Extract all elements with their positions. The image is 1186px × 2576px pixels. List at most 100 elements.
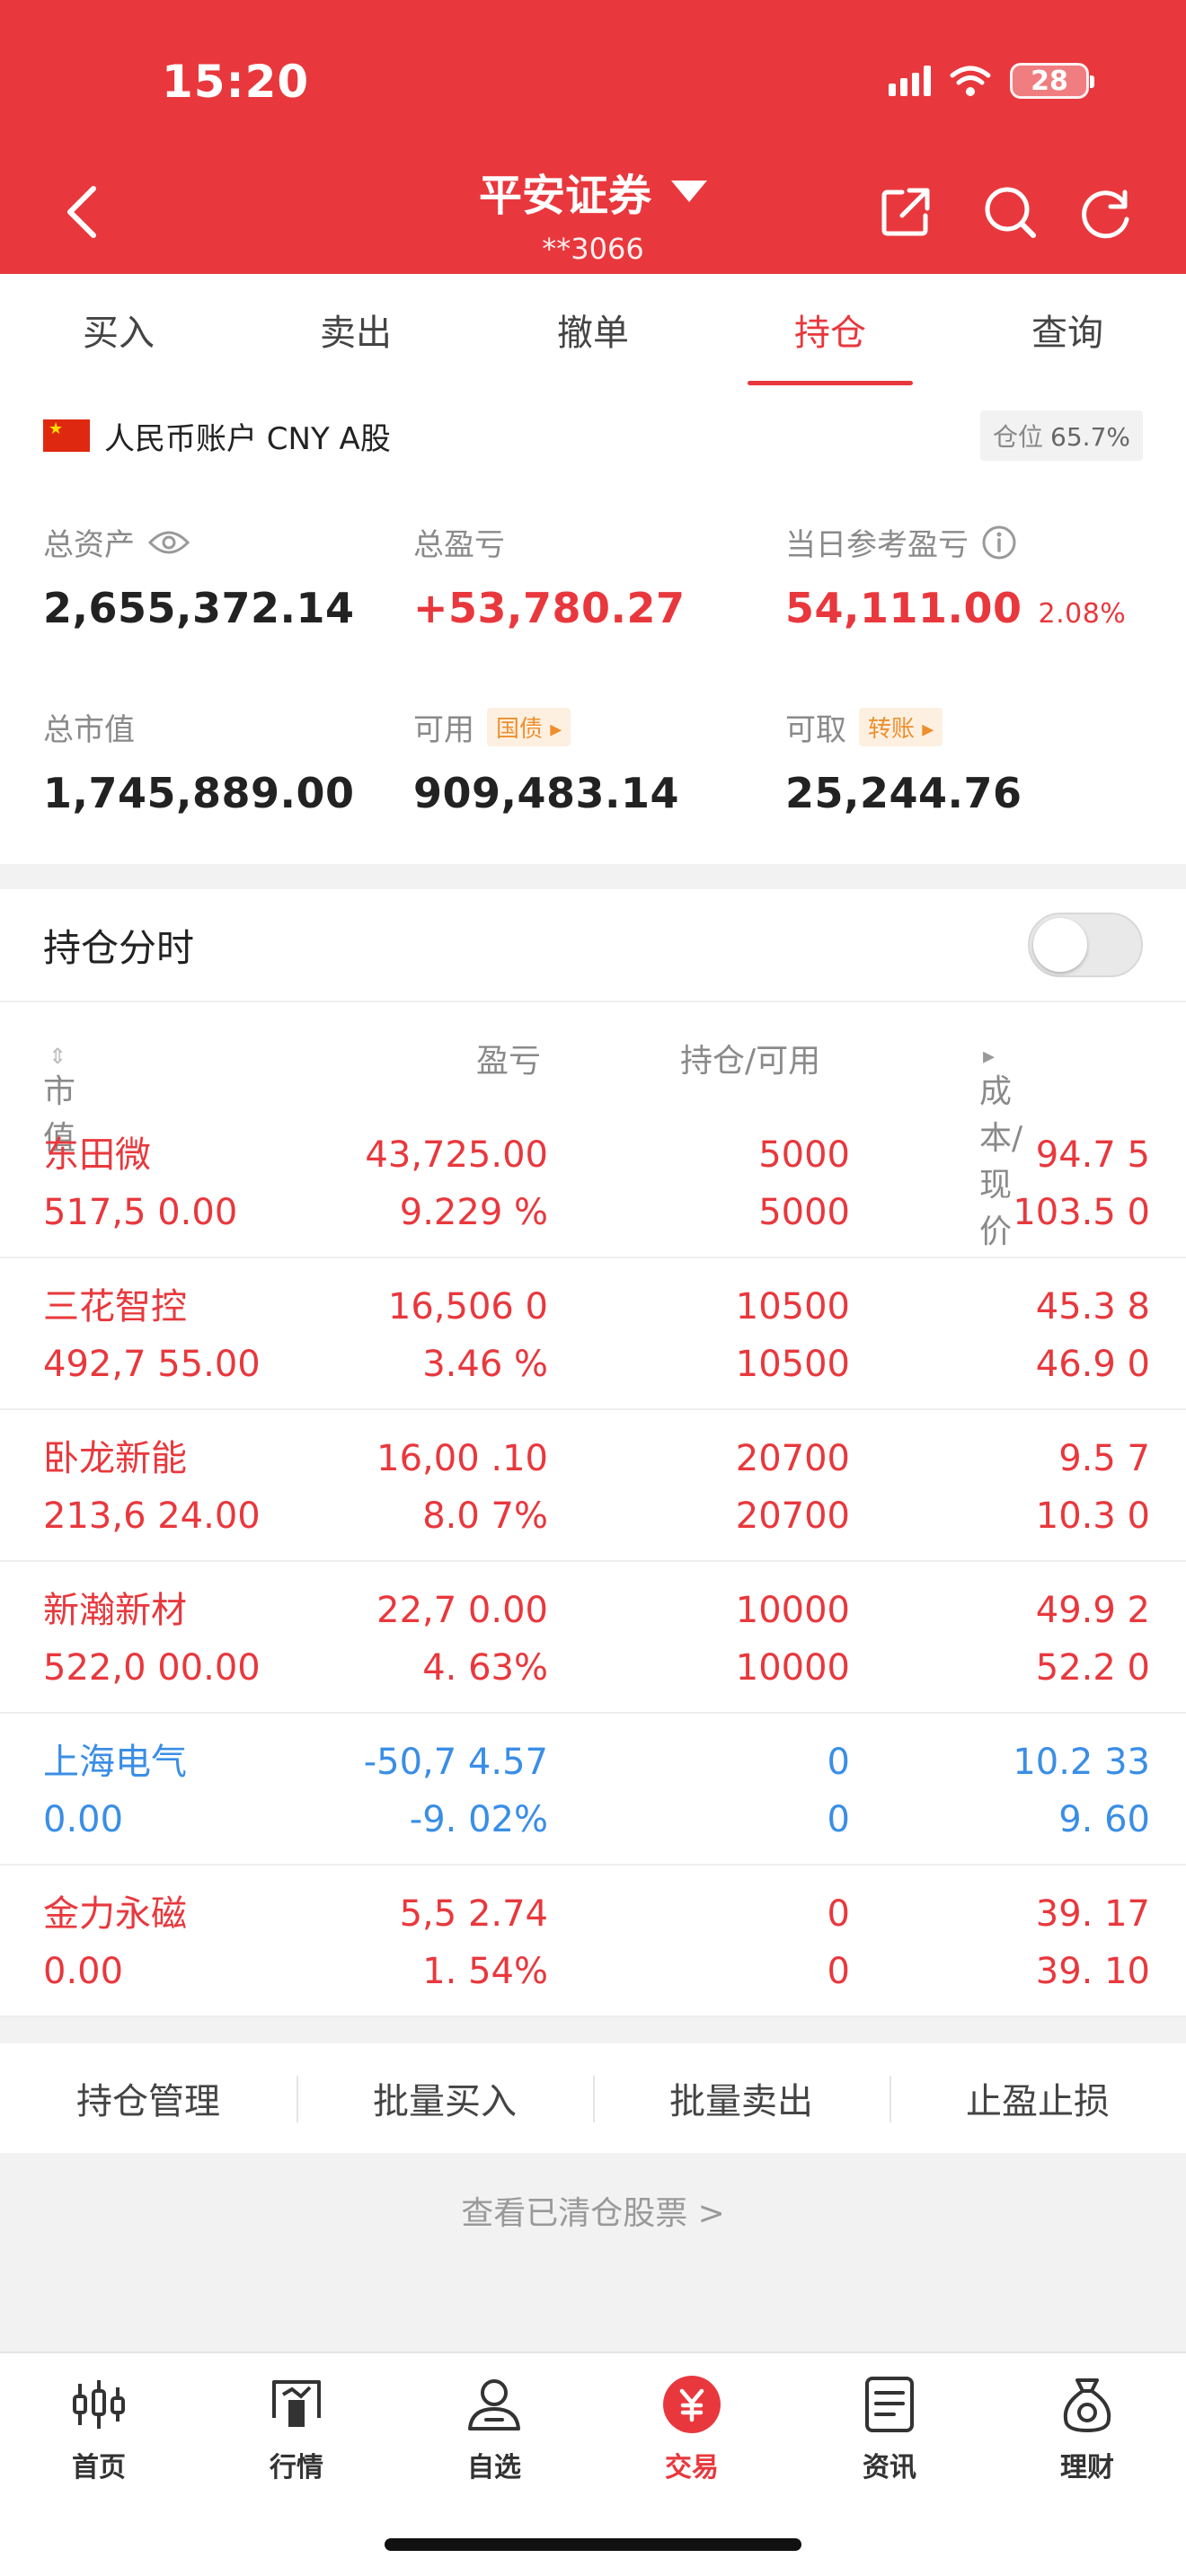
holding-price: 103.5 0 (1013, 1192, 1150, 1233)
intraday-toggle[interactable] (1028, 913, 1143, 977)
nav-wealth-label: 理财 (1060, 2452, 1114, 2483)
total-pnl-value: +53,780.27 (413, 584, 686, 632)
available-value: 909,483.14 (413, 769, 680, 817)
total-assets-value: 2,655,372.14 (43, 584, 355, 632)
holding-pnl: 16,00 .10 (376, 1438, 548, 1479)
holding-pnl: 43,725.00 (365, 1134, 548, 1176)
nav-market-label: 行情 (270, 2452, 323, 2483)
app-header: 15:20 28 平安证券 **3066 (0, 0, 1186, 274)
market-value: 总市值 1,745,889.00 (43, 705, 355, 817)
caret-down-icon (671, 181, 707, 202)
person-icon (468, 2379, 520, 2430)
col-holding[interactable]: 持仓/可用 (680, 1035, 820, 1081)
nav-wealth[interactable]: 理财 (997, 2373, 1177, 2484)
daily-pnl-value: 54,111.00 (785, 584, 1022, 632)
total-pnl: 总盈亏 +53,780.27 (413, 520, 686, 632)
total-pnl-label: 总盈亏 (413, 527, 505, 563)
refresh-icon[interactable] (1075, 180, 1139, 244)
trade-yen-icon (663, 2376, 721, 2433)
position-ratio-badge: 仓位 65.7% (980, 410, 1143, 461)
holding-price: 10.3 0 (1035, 1495, 1150, 1537)
holding-cost: 49.9 2 (1035, 1590, 1150, 1631)
holding-name: 金力永磁 (43, 1893, 187, 1935)
holding-hold: 0 (827, 1742, 850, 1783)
holding-name: 卧龙新能 (43, 1438, 187, 1479)
status-time: 15:20 (162, 56, 310, 108)
holding-pnl: 22,7 0.00 (376, 1590, 548, 1631)
holding-market-value: 213,6 24.00 (43, 1495, 261, 1537)
tab-cancel[interactable]: 撤单 (474, 274, 712, 385)
holding-cost: 10.2 33 (1013, 1742, 1150, 1783)
nav-news[interactable]: 资讯 (800, 2373, 979, 2484)
holding-row[interactable]: 三花智控 492,7 55.00 16,506 0 3.46 % 10500 10500 4… (0, 1258, 1186, 1410)
holding-price: 52.2 0 (1035, 1647, 1150, 1689)
holding-price: 46.9 0 (1035, 1344, 1150, 1385)
holding-row[interactable]: 金力永磁 0.00 5,5 2.74 1. 54% 0 0 39. 17 39. 10 (0, 1866, 1186, 2017)
nav-news-label: 资讯 (863, 2452, 916, 2483)
app-screen: { "status_bar": { "time": "15:20", "batt… (0, 0, 1186, 2576)
manage-holdings-button[interactable]: 持仓管理 (0, 2072, 296, 2124)
holding-row[interactable]: 东田微 517,5 0.00 43,725.00 9.229 % 5000 5000 94.… (0, 1107, 1186, 1258)
holding-pnl-pct: 4. 63% (422, 1647, 548, 1689)
withdrawable-value: 25,244.76 (785, 769, 1022, 817)
cleared-stocks-link[interactable]: 查看已清仓股票 > (0, 2187, 1186, 2234)
market-icon (272, 2380, 321, 2427)
batch-sell-button[interactable]: 批量卖出 (593, 2072, 890, 2124)
holding-pnl: 5,5 2.74 (399, 1893, 548, 1935)
bond-tag-button[interactable]: 国债 ▸ (487, 708, 571, 746)
holding-avail: 10000 (735, 1647, 850, 1689)
account-label: 人民币账户 CNY A股 (104, 420, 391, 457)
holding-pnl-pct: 1. 54% (422, 1951, 548, 1992)
eye-icon[interactable] (147, 528, 190, 557)
tab-positions[interactable]: 持仓 (712, 274, 949, 385)
daily-pnl-pct: 2.08% (1038, 598, 1127, 630)
candlestick-icon (73, 2380, 125, 2429)
daily-pnl-label: 当日参考盈亏 (785, 527, 969, 563)
china-flag-icon (43, 419, 90, 452)
holding-name: 新瀚新材 (43, 1590, 187, 1631)
col-cost-price[interactable]: 成本/现价 ▸ (979, 1035, 1022, 1250)
position-ratio-label: 仓位 (993, 422, 1044, 452)
transfer-tag-label: 转账 (868, 716, 916, 743)
holding-name: 三花智控 (43, 1286, 187, 1328)
take-profit-stop-loss-button[interactable]: 止盈止损 (890, 2072, 1186, 2124)
wifi-icon (950, 66, 991, 96)
holding-price: 39. 10 (1035, 1951, 1150, 1992)
holding-avail: 10500 (735, 1344, 850, 1385)
batch-buy-button[interactable]: 批量买入 (296, 2072, 593, 2124)
battery-icon: 28 (1010, 63, 1094, 99)
broker-name: 平安证券 (478, 171, 651, 221)
total-assets-label: 总资产 (43, 527, 135, 563)
holding-hold: 10000 (735, 1590, 850, 1631)
holding-cost: 9.5 7 (1058, 1438, 1150, 1479)
tab-sell[interactable]: 卖出 (237, 274, 474, 385)
holding-cost: 94.7 5 (1035, 1134, 1150, 1176)
col-market-value[interactable]: 市值 ⇕ (43, 1035, 75, 1157)
holding-row[interactable]: 卧龙新能 213,6 24.00 16,00 .10 8.0 7% 20700 20700… (0, 1410, 1186, 1562)
holding-avail: 0 (827, 1799, 850, 1840)
holding-market-value: 0.00 (43, 1951, 124, 1992)
info-icon[interactable] (981, 525, 1017, 560)
trade-tabs: 买入 卖出 撤单 持仓 查询 (0, 274, 1186, 385)
col-pnl[interactable]: 盈亏 (476, 1035, 541, 1081)
holding-row[interactable]: 新瀚新材 522,0 00.00 22,7 0.00 4. 63% 10000 10000… (0, 1562, 1186, 1714)
signal-icon (889, 66, 931, 96)
market-value-value: 1,745,889.00 (43, 769, 355, 817)
nav-watchlist-label: 自选 (467, 2452, 521, 2483)
holding-market-value: 517,5 0.00 (43, 1192, 238, 1233)
tab-query[interactable]: 查询 (949, 274, 1186, 385)
nav-trade[interactable]: 交易 (602, 2373, 782, 2484)
search-icon[interactable] (978, 180, 1042, 244)
tab-buy[interactable]: 买入 (0, 274, 237, 385)
nav-home[interactable]: 首页 (9, 2373, 189, 2484)
holding-row[interactable]: 上海电气 0.00 -50,7 4.57 -9. 02% 0 0 10.2 33 9. 60 (0, 1714, 1186, 1866)
holding-pnl-pct: -9. 02% (409, 1799, 548, 1840)
transfer-tag-button[interactable]: 转账 ▸ (859, 708, 943, 746)
nav-watchlist[interactable]: 自选 (404, 2373, 584, 2484)
withdrawable-label: 可取 (785, 712, 846, 748)
holding-name: 东田微 (43, 1134, 151, 1176)
holding-pnl: -50,7 4.57 (363, 1742, 548, 1783)
nav-market[interactable]: 行情 (207, 2373, 386, 2484)
available-label: 可用 (413, 712, 474, 748)
share-icon[interactable] (873, 180, 938, 244)
